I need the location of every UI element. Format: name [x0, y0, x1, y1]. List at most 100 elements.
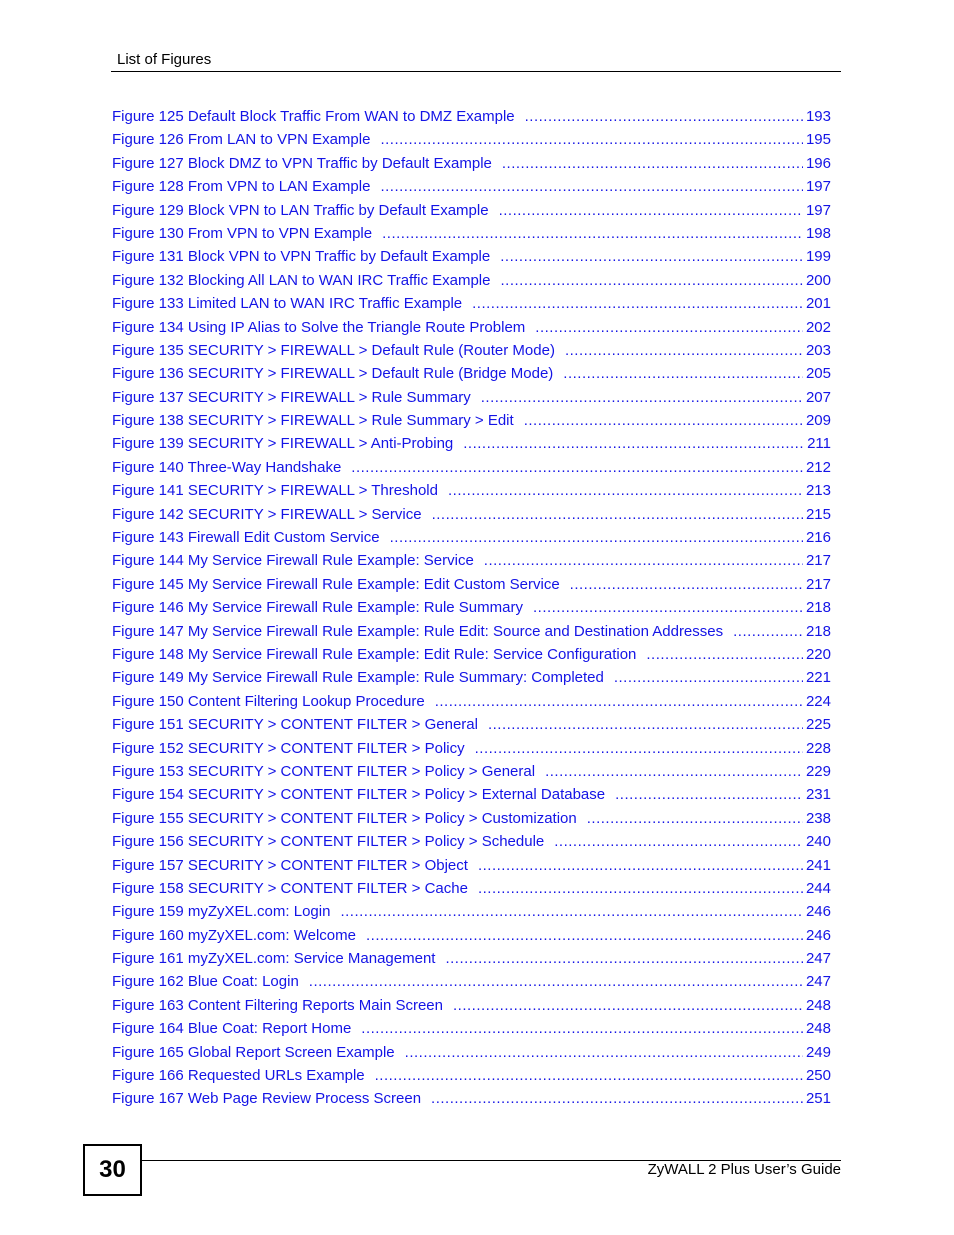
toc-entry[interactable]: Figure 144 My Service Firewall Rule Exam… — [112, 551, 831, 574]
toc-entry-page[interactable]: 231 — [803, 785, 831, 805]
toc-entry-page[interactable]: 246 — [803, 926, 831, 946]
toc-entry-title[interactable]: Figure 161 myZyXEL.com: Service Manageme… — [112, 949, 445, 969]
toc-entry-page[interactable]: 197 — [803, 177, 831, 197]
toc-entry-title[interactable]: Figure 167 Web Page Review Process Scree… — [112, 1089, 431, 1109]
toc-entry-page[interactable]: 246 — [803, 902, 831, 922]
toc-entry-title[interactable]: Figure 126 From LAN to VPN Example — [112, 130, 380, 150]
toc-entry[interactable]: Figure 136 SECURITY > FIREWALL > Default… — [112, 364, 831, 387]
toc-entry-title[interactable]: Figure 148 My Service Firewall Rule Exam… — [112, 645, 646, 665]
toc-entry[interactable]: Figure 160 myZyXEL.com: Welcome 246 — [112, 926, 831, 949]
toc-entry[interactable]: Figure 130 From VPN to VPN Example 198 — [112, 224, 831, 247]
toc-entry-page[interactable]: 217 — [803, 575, 831, 595]
toc-entry[interactable]: Figure 151 SECURITY > CONTENT FILTER > G… — [112, 715, 831, 738]
toc-entry-page[interactable]: 205 — [803, 364, 831, 384]
toc-entry-page[interactable]: 244 — [803, 879, 831, 899]
toc-entry-page[interactable]: 241 — [803, 856, 831, 876]
toc-entry-title[interactable]: Figure 145 My Service Firewall Rule Exam… — [112, 575, 570, 595]
toc-entry-page[interactable]: 224 — [803, 692, 831, 712]
toc-entry[interactable]: Figure 165 Global Report Screen Example 2… — [112, 1043, 831, 1066]
toc-entry-title[interactable]: Figure 163 Content Filtering Reports Mai… — [112, 996, 453, 1016]
toc-entry-page[interactable]: 229 — [803, 762, 831, 782]
toc-entry-title[interactable]: Figure 141 SECURITY > FIREWALL > Thresho… — [112, 481, 448, 501]
toc-entry[interactable]: Figure 143 Firewall Edit Custom Service 2… — [112, 528, 831, 551]
toc-entry-page[interactable]: 250 — [803, 1066, 831, 1086]
toc-entry-title[interactable]: Figure 139 SECURITY > FIREWALL > Anti-Pr… — [112, 434, 463, 454]
toc-entry[interactable]: Figure 146 My Service Firewall Rule Exam… — [112, 598, 831, 621]
toc-entry-title[interactable]: Figure 154 SECURITY > CONTENT FILTER > P… — [112, 785, 615, 805]
toc-entry-page[interactable]: 201 — [803, 294, 831, 314]
toc-entry-page[interactable]: 196 — [803, 154, 831, 174]
toc-entry-title[interactable]: Figure 127 Block DMZ to VPN Traffic by D… — [112, 154, 502, 174]
toc-entry-title[interactable]: Figure 125 Default Block Traffic From WA… — [112, 107, 525, 127]
toc-entry[interactable]: Figure 138 SECURITY > FIREWALL > Rule Su… — [112, 411, 831, 434]
toc-entry[interactable]: Figure 140 Three-Way Handshake 212 — [112, 458, 831, 481]
toc-entry-title[interactable]: Figure 165 Global Report Screen Example — [112, 1043, 405, 1063]
toc-entry-title[interactable]: Figure 131 Block VPN to VPN Traffic by D… — [112, 247, 500, 267]
toc-entry[interactable]: Figure 133 Limited LAN to WAN IRC Traffi… — [112, 294, 831, 317]
toc-entry-page[interactable]: 225 — [803, 715, 831, 735]
toc-entry-title[interactable]: Figure 150 Content Filtering Lookup Proc… — [112, 692, 435, 712]
toc-entry[interactable]: Figure 139 SECURITY > FIREWALL > Anti-Pr… — [112, 434, 831, 457]
toc-entry[interactable]: Figure 164 Blue Coat: Report Home 248 — [112, 1019, 831, 1042]
toc-entry-page[interactable]: 216 — [803, 528, 831, 548]
toc-entry[interactable]: Figure 126 From LAN to VPN Example 195 — [112, 130, 831, 153]
toc-entry[interactable]: Figure 154 SECURITY > CONTENT FILTER > P… — [112, 785, 831, 808]
toc-entry-title[interactable]: Figure 140 Three-Way Handshake — [112, 458, 351, 478]
toc-entry-page[interactable]: 247 — [803, 972, 831, 992]
toc-entry-page[interactable]: 195 — [803, 130, 831, 150]
toc-entry-page[interactable]: 220 — [803, 645, 831, 665]
toc-entry-title[interactable]: Figure 158 SECURITY > CONTENT FILTER > C… — [112, 879, 478, 899]
toc-entry-title[interactable]: Figure 157 SECURITY > CONTENT FILTER > O… — [112, 856, 478, 876]
toc-entry[interactable]: Figure 148 My Service Firewall Rule Exam… — [112, 645, 831, 668]
toc-entry-title[interactable]: Figure 159 myZyXEL.com: Login — [112, 902, 340, 922]
toc-entry-page[interactable]: 212 — [803, 458, 831, 478]
toc-entry[interactable]: Figure 157 SECURITY > CONTENT FILTER > O… — [112, 856, 831, 879]
toc-entry[interactable]: Figure 129 Block VPN to LAN Traffic by D… — [112, 201, 831, 224]
toc-entry-title[interactable]: Figure 134 Using IP Alias to Solve the T… — [112, 318, 535, 338]
toc-entry[interactable]: Figure 137 SECURITY > FIREWALL > Rule Su… — [112, 388, 831, 411]
toc-entry[interactable]: Figure 156 SECURITY > CONTENT FILTER > P… — [112, 832, 831, 855]
toc-entry-page[interactable]: 228 — [803, 739, 831, 759]
toc-entry-title[interactable]: Figure 153 SECURITY > CONTENT FILTER > P… — [112, 762, 545, 782]
toc-entry-page[interactable]: 251 — [803, 1089, 831, 1109]
toc-entry[interactable]: Figure 147 My Service Firewall Rule Exam… — [112, 622, 831, 645]
toc-entry-page[interactable]: 221 — [803, 668, 831, 688]
toc-entry-title[interactable]: Figure 130 From VPN to VPN Example — [112, 224, 382, 244]
toc-entry-page[interactable]: 199 — [803, 247, 831, 267]
toc-entry-title[interactable]: Figure 142 SECURITY > FIREWALL > Service — [112, 505, 432, 525]
toc-entry-page[interactable]: 217 — [803, 551, 831, 571]
toc-entry-title[interactable]: Figure 156 SECURITY > CONTENT FILTER > P… — [112, 832, 554, 852]
toc-entry-title[interactable]: Figure 152 SECURITY > CONTENT FILTER > P… — [112, 739, 475, 759]
toc-entry-title[interactable]: Figure 135 SECURITY > FIREWALL > Default… — [112, 341, 565, 361]
toc-entry[interactable]: Figure 128 From VPN to LAN Example 197 — [112, 177, 831, 200]
toc-entry-title[interactable]: Figure 164 Blue Coat: Report Home — [112, 1019, 361, 1039]
toc-entry-page[interactable]: 247 — [803, 949, 831, 969]
toc-entry-title[interactable]: Figure 137 SECURITY > FIREWALL > Rule Su… — [112, 388, 481, 408]
toc-entry-page[interactable]: 240 — [803, 832, 831, 852]
toc-entry-page[interactable]: 248 — [803, 996, 831, 1016]
toc-entry-title[interactable]: Figure 166 Requested URLs Example — [112, 1066, 375, 1086]
toc-entry[interactable]: Figure 162 Blue Coat: Login 247 — [112, 972, 831, 995]
toc-entry-page[interactable]: 198 — [803, 224, 831, 244]
toc-entry-title[interactable]: Figure 144 My Service Firewall Rule Exam… — [112, 551, 484, 571]
toc-entry[interactable]: Figure 152 SECURITY > CONTENT FILTER > P… — [112, 739, 831, 762]
toc-entry[interactable]: Figure 155 SECURITY > CONTENT FILTER > P… — [112, 809, 831, 832]
toc-entry-page[interactable]: 202 — [803, 318, 831, 338]
toc-entry-page[interactable]: 213 — [803, 481, 831, 501]
toc-entry-title[interactable]: Figure 146 My Service Firewall Rule Exam… — [112, 598, 533, 618]
toc-entry-page[interactable]: 248 — [803, 1019, 831, 1039]
toc-entry-page[interactable]: 215 — [803, 505, 831, 525]
toc-entry-title[interactable]: Figure 160 myZyXEL.com: Welcome — [112, 926, 366, 946]
toc-entry[interactable]: Figure 166 Requested URLs Example 250 — [112, 1066, 831, 1089]
toc-entry-title[interactable]: Figure 147 My Service Firewall Rule Exam… — [112, 622, 733, 642]
toc-entry-title[interactable]: Figure 149 My Service Firewall Rule Exam… — [112, 668, 614, 688]
toc-entry-title[interactable]: Figure 128 From VPN to LAN Example — [112, 177, 380, 197]
toc-entry[interactable]: Figure 131 Block VPN to VPN Traffic by D… — [112, 247, 831, 270]
toc-entry[interactable]: Figure 159 myZyXEL.com: Login 246 — [112, 902, 831, 925]
toc-entry-title[interactable]: Figure 151 SECURITY > CONTENT FILTER > G… — [112, 715, 488, 735]
toc-entry[interactable]: Figure 127 Block DMZ to VPN Traffic by D… — [112, 154, 831, 177]
toc-entry[interactable]: Figure 142 SECURITY > FIREWALL > Service… — [112, 505, 831, 528]
toc-entry[interactable]: Figure 161 myZyXEL.com: Service Manageme… — [112, 949, 831, 972]
toc-entry-page[interactable]: 211 — [804, 434, 831, 454]
toc-entry-page[interactable]: 197 — [803, 201, 831, 221]
